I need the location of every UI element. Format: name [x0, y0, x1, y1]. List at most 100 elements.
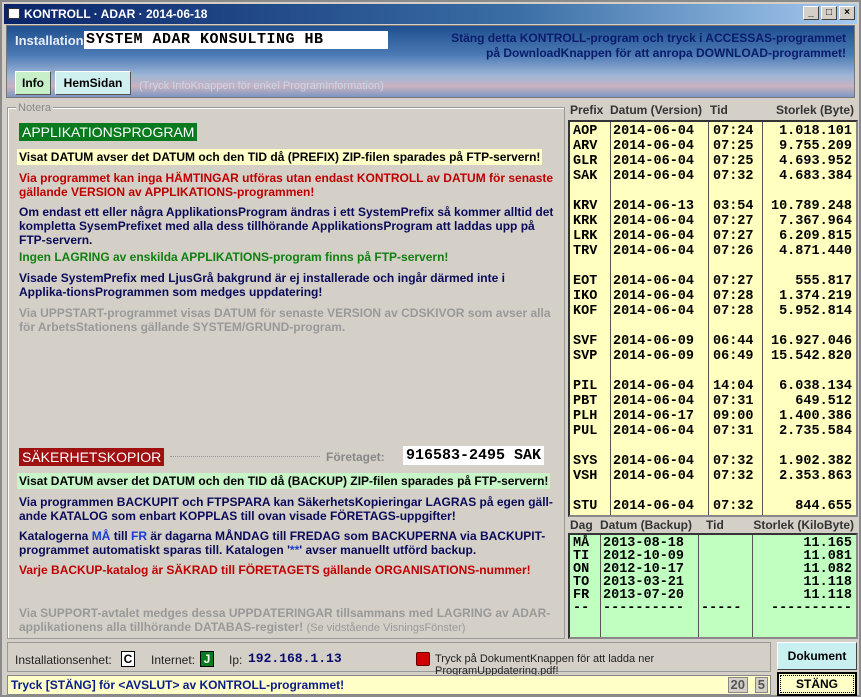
cell-date: ---------- [603, 601, 685, 616]
version-row[interactable]: AOP 2014-06-04 07:24 1.018.101 [570, 124, 856, 139]
version-row[interactable]: EOT 2014-06-04 07:27 555.817 [570, 274, 856, 289]
ip-value: 192.168.1.13 [248, 651, 342, 666]
app-note-2: Via programmet kan inga HÄMTINGAR utföra… [19, 171, 554, 199]
cell-prefix: SAK [573, 169, 598, 184]
version-row[interactable]: PBT 2014-06-04 07:31 649.512 [570, 394, 856, 409]
cell-size: ---------- [770, 601, 852, 616]
backup-note-3: Katalogerna MÅ till FR är dagarna MÅNDAG… [19, 529, 546, 557]
cell-size: 844.655 [795, 499, 852, 514]
homepage-button[interactable]: HemSidan [55, 71, 131, 95]
version-row[interactable]: SVP 2014-06-09 06:49 15.542.820 [570, 349, 856, 364]
cell-time: 07:25 [713, 154, 754, 169]
col-date[interactable]: Datum (Version) [610, 103, 702, 117]
version-row[interactable]: KRK 2014-06-04 07:27 7.367.964 [570, 214, 856, 229]
cell-size: 16.927.046 [770, 334, 852, 349]
close-button[interactable]: × [839, 6, 855, 20]
cell-time: 07:32 [713, 499, 754, 514]
version-row[interactable]: SVF 2014-06-09 06:44 16.927.046 [570, 334, 856, 349]
cell-size: 7.367.964 [779, 214, 852, 229]
close-program-button[interactable]: STÄNG [777, 672, 857, 696]
version-row[interactable]: PLH 2014-06-17 09:00 1.400.386 [570, 409, 856, 424]
app-note-1: Visat DATUM avser det DATUM och den TID … [17, 149, 543, 165]
cell-date: 2014-06-04 [613, 499, 695, 514]
cell-prefix: KRV [573, 199, 598, 214]
version-row[interactable]: SAK 2014-06-04 07:32 4.683.384 [570, 169, 856, 184]
version-row[interactable]: KRV 2014-06-13 03:54 10.789.248 [570, 199, 856, 214]
internet-label: Internet: [151, 653, 196, 667]
backup-header: Dag Datum (Backup) Tid Storlek (KiloByte… [568, 517, 858, 534]
cell-time: 07:27 [713, 229, 754, 244]
maximize-button[interactable]: □ [821, 6, 837, 20]
info-button[interactable]: Info [15, 71, 51, 95]
cell-size: 1.374.219 [779, 289, 852, 304]
col-backup-time[interactable]: Tid [706, 518, 724, 532]
arrow-divider [170, 456, 320, 457]
cell-prefix: GLR [573, 154, 598, 169]
version-row[interactable]: ARV 2014-06-04 07:25 9.755.209 [570, 139, 856, 154]
cell-time: 07:27 [713, 214, 754, 229]
header-banner: Installation: SYSTEM ADAR KONSULTING HB … [6, 25, 855, 98]
cell-date: 2014-06-04 [613, 424, 695, 439]
col-prefix[interactable]: Prefix [570, 103, 603, 117]
cell-prefix: PIL [573, 379, 598, 394]
cell-date: 2014-06-09 [613, 334, 695, 349]
version-list[interactable]: AOP 2014-06-04 07:24 1.018.101 ARV 2014-06-04… [568, 120, 858, 517]
cell-size: 555.817 [795, 274, 852, 289]
version-header: Prefix Datum (Version) Tid Storlek (Byte… [568, 102, 858, 119]
cell-size: 2.735.584 [779, 424, 852, 439]
version-row[interactable]: PIL 2014-06-04 14:04 6.038.134 [570, 379, 856, 394]
col-time[interactable]: Tid [710, 103, 728, 117]
cell-date: 2014-06-04 [613, 154, 695, 169]
app-note-3: Om endast ett eller några ApplikationsPr… [19, 205, 554, 247]
app-section-title: APPLIKATIONSPROGRAM [19, 123, 198, 141]
cell-date: 2014-06-04 [613, 244, 695, 259]
cell-size: 1.400.386 [779, 409, 852, 424]
version-row[interactable]: VSH 2014-06-04 07:32 2.353.863 [570, 469, 856, 484]
col-size[interactable]: Storlek (Byte) [776, 103, 854, 117]
version-row[interactable]: PUL 2014-06-04 07:31 2.735.584 [570, 424, 856, 439]
minimize-button[interactable]: _ [803, 6, 819, 20]
cell-time: 07:26 [713, 244, 754, 259]
backup-note-1: Visat DATUM avser det DATUM och den TID … [17, 473, 551, 489]
version-row[interactable]: IKO 2014-06-04 07:28 1.374.219 [570, 289, 856, 304]
version-row[interactable]: KOF 2014-06-04 07:28 5.952.814 [570, 304, 856, 319]
cell-time: 07:31 [713, 424, 754, 439]
cell-date: 2014-06-04 [613, 274, 695, 289]
document-button[interactable]: Dokument [777, 642, 857, 670]
message-text: Tryck [STÄNG] för <AVSLUT> av KONTROLL-p… [11, 678, 345, 692]
cell-prefix: KOF [573, 304, 598, 319]
installation-field: SYSTEM ADAR KONSULTING HB [84, 31, 388, 49]
col-backup-date[interactable]: Datum (Backup) [600, 518, 692, 532]
document-hint: Tryck på DokumentKnappen för att ladda n… [435, 653, 655, 677]
version-panel: Prefix Datum (Version) Tid Storlek (Byte… [568, 102, 858, 639]
cell-size: 4.693.952 [779, 154, 852, 169]
cell-size: 5.952.814 [779, 304, 852, 319]
version-row[interactable]: GLR 2014-06-04 07:25 4.693.952 [570, 154, 856, 169]
notes-legend: Notera [16, 102, 54, 114]
cell-prefix: STU [573, 499, 598, 514]
backup-list[interactable]: MÅ 2013-08-18 11.165 TI 2012-10-09 11.081 ON 20… [568, 533, 858, 639]
cell-date: 2014-06-04 [613, 229, 695, 244]
backup-note-5: Via SUPPORT-avtalet medges dessa UPPDATE… [19, 606, 551, 634]
counter-1: 20 [727, 677, 748, 693]
backup-note-2: Via programmen BACKUPIT och FTPSPARA kan… [19, 495, 553, 523]
cell-size: 10.789.248 [770, 199, 852, 214]
counter-2: 5 [754, 677, 768, 693]
cell-date: 2014-06-04 [613, 289, 695, 304]
backup-row[interactable]: -- ---------- ----- ---------- [570, 601, 856, 616]
version-row[interactable]: STU 2014-06-04 07:32 844.655 [570, 499, 856, 514]
status-bar: Installationsenhet: C Internet: J Ip: 19… [7, 642, 771, 677]
backup-note-4: Varje BACKUP-katalog är SÄKRAD till FÖRE… [19, 563, 531, 577]
header-note: Stäng detta KONTROLL-program och tryck i… [451, 31, 846, 61]
cell-size: 15.542.820 [770, 349, 852, 364]
col-day[interactable]: Dag [570, 518, 593, 532]
version-row[interactable]: SYS 2014-06-04 07:32 1.902.382 [570, 454, 856, 469]
cell-prefix: PBT [573, 394, 598, 409]
cell-time: 07:31 [713, 394, 754, 409]
col-backup-size[interactable]: Storlek (KiloByte) [753, 518, 854, 532]
cell-date: 2014-06-04 [613, 169, 695, 184]
version-row[interactable]: LRK 2014-06-04 07:27 6.209.815 [570, 229, 856, 244]
version-row[interactable]: TRV 2014-06-04 07:26 4.871.440 [570, 244, 856, 259]
cell-date: 2014-06-04 [613, 304, 695, 319]
cell-size: 6.209.815 [779, 229, 852, 244]
